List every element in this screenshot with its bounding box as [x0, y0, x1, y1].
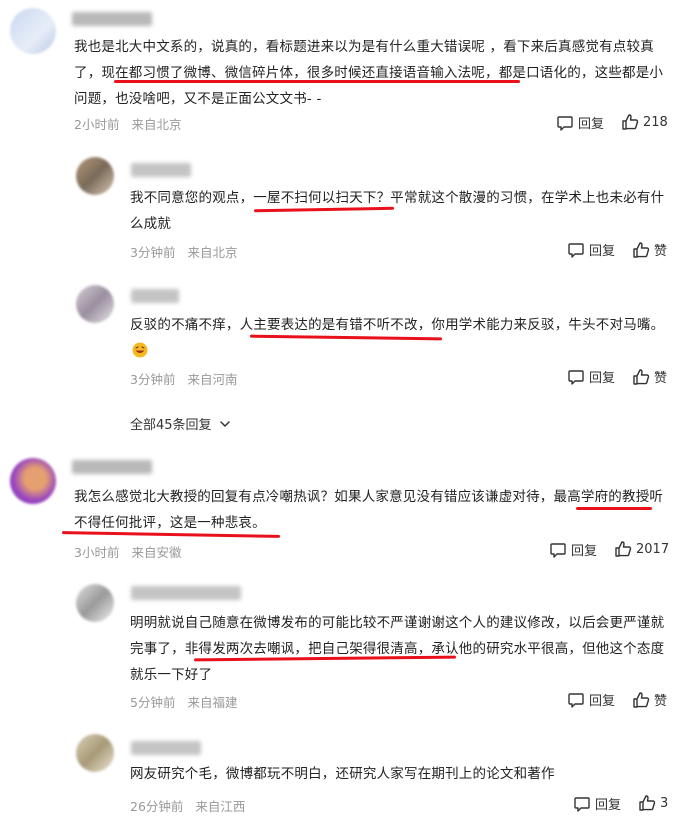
thumbs-up-icon [615, 541, 632, 557]
comment-meta: 3小时前 来自安徽 [74, 542, 181, 561]
reply-button[interactable]: 回复 [549, 540, 597, 559]
timestamp: 3分钟前 [130, 372, 176, 387]
username[interactable] [131, 741, 201, 755]
username[interactable] [72, 12, 152, 26]
reply-text: 明明就说自己随意在微博发布的可能比较不严谨谢谢这个人的建议修改，以后会更严谨就完… [130, 615, 665, 683]
like-button[interactable]: 赞 [632, 690, 667, 709]
thumbs-up-icon [633, 368, 650, 385]
thumbs-up-icon [639, 795, 656, 811]
reply-meta: 3分钟前 来自北京 [130, 242, 237, 261]
highlight-underline [576, 507, 652, 510]
comment-text: 我也是北大中文系的，说真的，看标题进来以为是有什么重大错误呢 ，看下来后真感觉有… [74, 39, 664, 107]
reply-button[interactable]: 回复 [567, 240, 615, 259]
comment-text: 我怎么感觉北大教授的回复有点冷嘲热讽？如果人家意见没有错应该谦虚对待，最高学府的… [74, 489, 664, 531]
more-replies-link[interactable]: 全部45条回复 [130, 414, 232, 433]
like-button[interactable]: 3 [638, 794, 668, 812]
highlight-underline [114, 80, 520, 83]
like-button[interactable]: 赞 [632, 367, 667, 386]
reply-button[interactable]: 回复 [573, 794, 621, 813]
avatar[interactable] [10, 8, 56, 54]
avatar[interactable] [76, 285, 114, 323]
thumbs-up-icon [622, 114, 639, 130]
location: 来自北京 [187, 245, 238, 260]
thumbs-up-icon [633, 241, 650, 258]
timestamp: 5分钟前 [130, 695, 176, 710]
comment-icon [550, 542, 566, 558]
like-button[interactable]: 赞 [632, 240, 667, 259]
timestamp: 2小时前 [74, 117, 120, 132]
comment-icon [568, 369, 584, 385]
reply-button[interactable]: 回复 [567, 690, 615, 709]
thumbs-up-icon [633, 691, 650, 708]
location: 来自北京 [131, 117, 182, 132]
location: 来自福建 [187, 695, 238, 710]
comment-icon [568, 692, 584, 708]
laughing-emoji [132, 342, 148, 358]
reply-text: 网友研究个毛，微博都玩不明白，还研究人家写在期刊上的论文和著作 [130, 766, 555, 782]
timestamp: 3小时前 [74, 545, 120, 560]
reply-meta: 3分钟前 来自河南 [130, 369, 237, 388]
username[interactable] [131, 586, 241, 600]
reply-meta: 5分钟前 来自福建 [130, 692, 237, 711]
avatar[interactable] [76, 734, 114, 772]
reply-text: 我不同意您的观点，一屋不扫何以扫天下？平常就这个散漫的习惯，在学术上也未必有什么… [130, 190, 665, 232]
chevron-down-icon [219, 420, 230, 427]
avatar[interactable] [76, 584, 114, 622]
comment-icon [574, 796, 590, 812]
timestamp: 26分钟前 [130, 799, 184, 814]
avatar[interactable] [76, 157, 114, 195]
comment-meta: 2小时前 来自北京 [74, 114, 181, 133]
username[interactable] [131, 163, 191, 177]
like-button[interactable]: 2017 [614, 540, 669, 558]
reply-meta: 26分钟前 来自江西 [130, 796, 245, 815]
timestamp: 3分钟前 [130, 245, 176, 260]
reply-button[interactable]: 回复 [567, 367, 615, 386]
comment-icon [568, 242, 584, 258]
location: 来自河南 [187, 372, 238, 387]
avatar[interactable] [10, 458, 56, 504]
comment-icon [557, 115, 573, 131]
like-button[interactable]: 218 [621, 113, 668, 131]
reply-button[interactable]: 回复 [556, 113, 604, 132]
username[interactable] [72, 460, 152, 474]
location: 来自江西 [195, 799, 246, 814]
username[interactable] [131, 289, 179, 303]
location: 来自安徽 [131, 545, 182, 560]
